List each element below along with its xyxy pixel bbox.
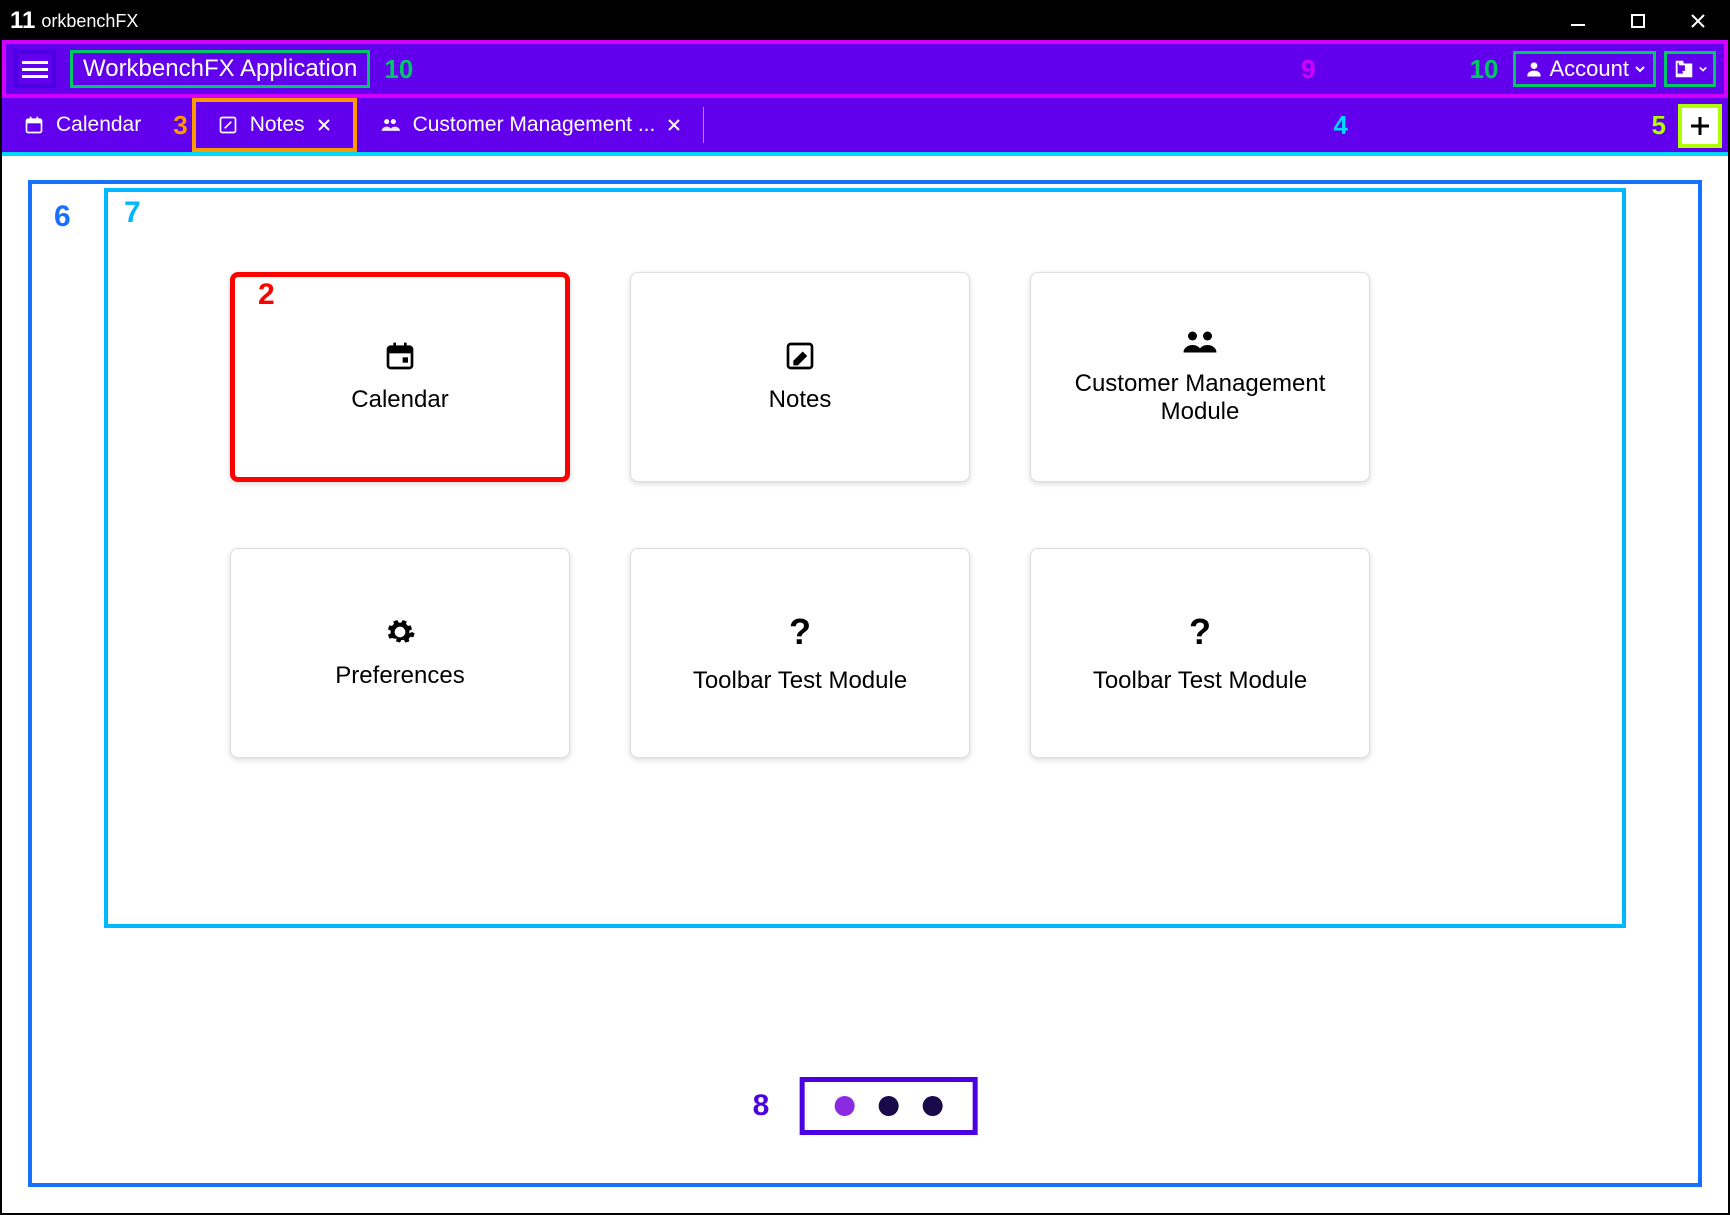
pagination-area: 8 — [753, 1077, 978, 1135]
page-dot-1[interactable] — [834, 1096, 854, 1116]
plus-icon — [1689, 115, 1711, 137]
tile-toolbar-test-2[interactable]: ? Toolbar Test Module — [1030, 548, 1370, 758]
page-dot-2[interactable] — [878, 1096, 898, 1116]
people-icon — [379, 115, 401, 135]
annotation-4: 4 — [1334, 110, 1348, 141]
edit-icon — [218, 115, 238, 135]
annotation-2: 2 — [258, 278, 275, 312]
tab-calendar[interactable]: Calendar — [2, 98, 163, 152]
tab-customer-management[interactable]: Customer Management ... — [357, 98, 704, 152]
tile-preferences[interactable]: Preferences — [230, 548, 570, 758]
tile-label: Customer Management Module — [1041, 370, 1359, 426]
module-tiles: Calendar Notes Customer Management Modul… — [230, 272, 1370, 758]
tab-notes[interactable]: Notes — [192, 98, 357, 152]
language-button[interactable] — [1664, 51, 1716, 87]
titlebar: 11 orkbenchFX — [2, 2, 1728, 40]
minimize-icon — [1571, 14, 1585, 28]
close-button[interactable] — [1668, 2, 1728, 40]
tile-label: Preferences — [335, 662, 464, 690]
annotation-9: 9 — [1301, 54, 1315, 85]
account-label: Account — [1550, 56, 1630, 82]
help-icon: ? — [789, 611, 811, 653]
app-window: 11 orkbenchFX WorkbenchFX Application 10 — [0, 0, 1730, 1215]
chevron-down-icon — [1699, 65, 1707, 73]
tile-calendar[interactable]: Calendar — [230, 272, 570, 482]
annotation-6: 6 — [54, 200, 71, 234]
annotation-3: 3 — [173, 110, 187, 141]
calendar-icon — [384, 340, 416, 372]
titlebar-left: 11 orkbenchFX — [10, 7, 138, 35]
toolbar-right: Account — [1513, 51, 1717, 87]
annotation-7: 7 — [124, 196, 141, 230]
account-button[interactable]: Account — [1513, 51, 1657, 87]
help-icon: ? — [1189, 611, 1211, 653]
hamburger-icon — [22, 61, 48, 64]
annotation-8: 8 — [753, 1089, 770, 1123]
hamburger-button[interactable] — [14, 50, 56, 88]
tab-close-icon[interactable] — [317, 118, 331, 132]
tile-label: Calendar — [351, 386, 448, 414]
tile-notes[interactable]: Notes — [630, 272, 970, 482]
window-title: orkbenchFX — [41, 11, 138, 32]
minimize-button[interactable] — [1548, 2, 1608, 40]
tile-label: Toolbar Test Module — [693, 667, 907, 695]
tab-label: Customer Management ... — [413, 113, 656, 137]
app-title: WorkbenchFX Application — [83, 55, 357, 82]
tile-label: Toolbar Test Module — [1093, 667, 1307, 695]
add-tab-button[interactable] — [1678, 104, 1722, 148]
pagination — [799, 1077, 977, 1135]
maximize-button[interactable] — [1608, 2, 1668, 40]
annotation-5: 5 — [1652, 110, 1666, 141]
tab-label: Calendar — [56, 113, 141, 137]
content-area: 6 7 2 Calendar Notes Customer Management… — [10, 160, 1720, 1205]
tile-label: Notes — [769, 386, 832, 414]
tab-separator — [703, 107, 704, 143]
maximize-icon — [1631, 14, 1645, 28]
annotation-10-right: 10 — [1470, 54, 1499, 85]
people-icon — [1182, 328, 1218, 356]
edit-icon — [784, 340, 816, 372]
toolbar: WorkbenchFX Application 10 9 10 Account — [2, 40, 1728, 98]
translate-icon — [1673, 58, 1695, 80]
window-controls — [1548, 2, 1728, 40]
tab-label: Notes — [250, 113, 305, 137]
app-title-wrap: WorkbenchFX Application — [70, 50, 370, 88]
calendar-icon — [24, 115, 44, 135]
annotation-10-left: 10 — [384, 54, 413, 85]
annotation-11: 11 — [10, 7, 35, 35]
tile-customer-management[interactable]: Customer Management Module — [1030, 272, 1370, 482]
chevron-down-icon — [1635, 64, 1645, 74]
tile-toolbar-test-1[interactable]: ? Toolbar Test Module — [630, 548, 970, 758]
tab-close-icon[interactable] — [667, 118, 681, 132]
gear-icon — [384, 616, 416, 648]
tabbar: Calendar 3 Notes Customer Management ...… — [2, 98, 1728, 156]
close-icon — [1691, 14, 1705, 28]
page-dot-3[interactable] — [922, 1096, 942, 1116]
person-icon — [1524, 59, 1544, 79]
